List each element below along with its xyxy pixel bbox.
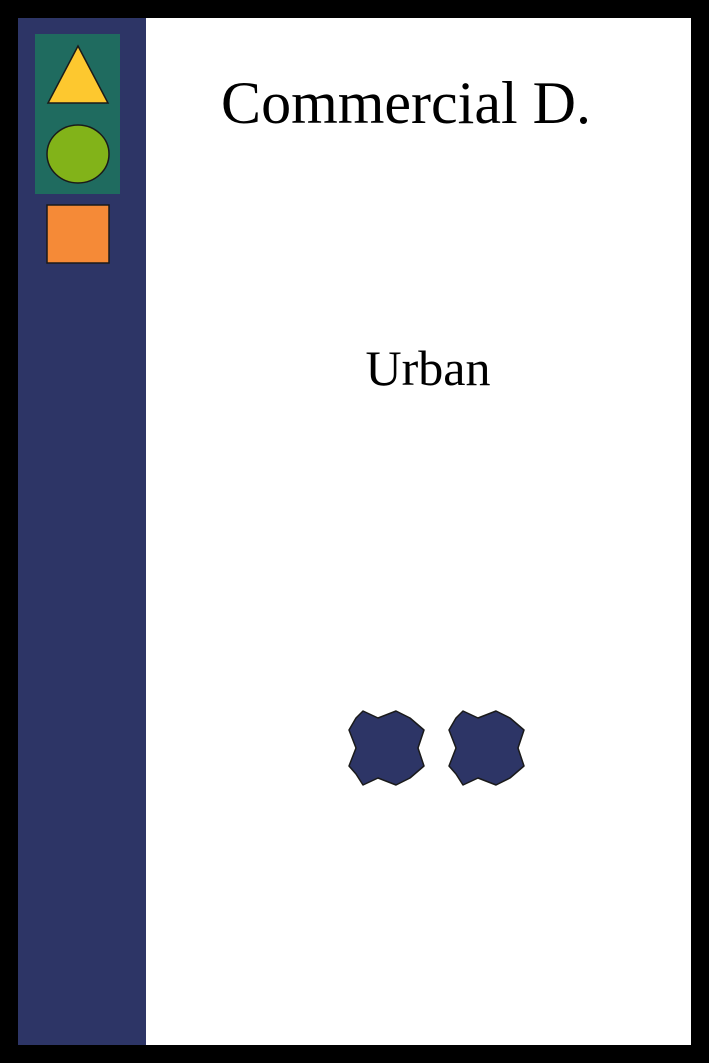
- square-icon: [46, 204, 110, 264]
- building-card: Commercial D. Urban: [18, 18, 691, 1045]
- triangle-icon: [46, 44, 110, 104]
- cross-token-icon: [448, 710, 525, 786]
- cost-row: [346, 710, 526, 786]
- card-sidebar: [18, 18, 146, 1045]
- cross-token-icon: [348, 710, 425, 786]
- card-category: Urban: [365, 340, 491, 396]
- card-title: Commercial D.: [221, 70, 591, 136]
- circle-icon: [46, 124, 110, 184]
